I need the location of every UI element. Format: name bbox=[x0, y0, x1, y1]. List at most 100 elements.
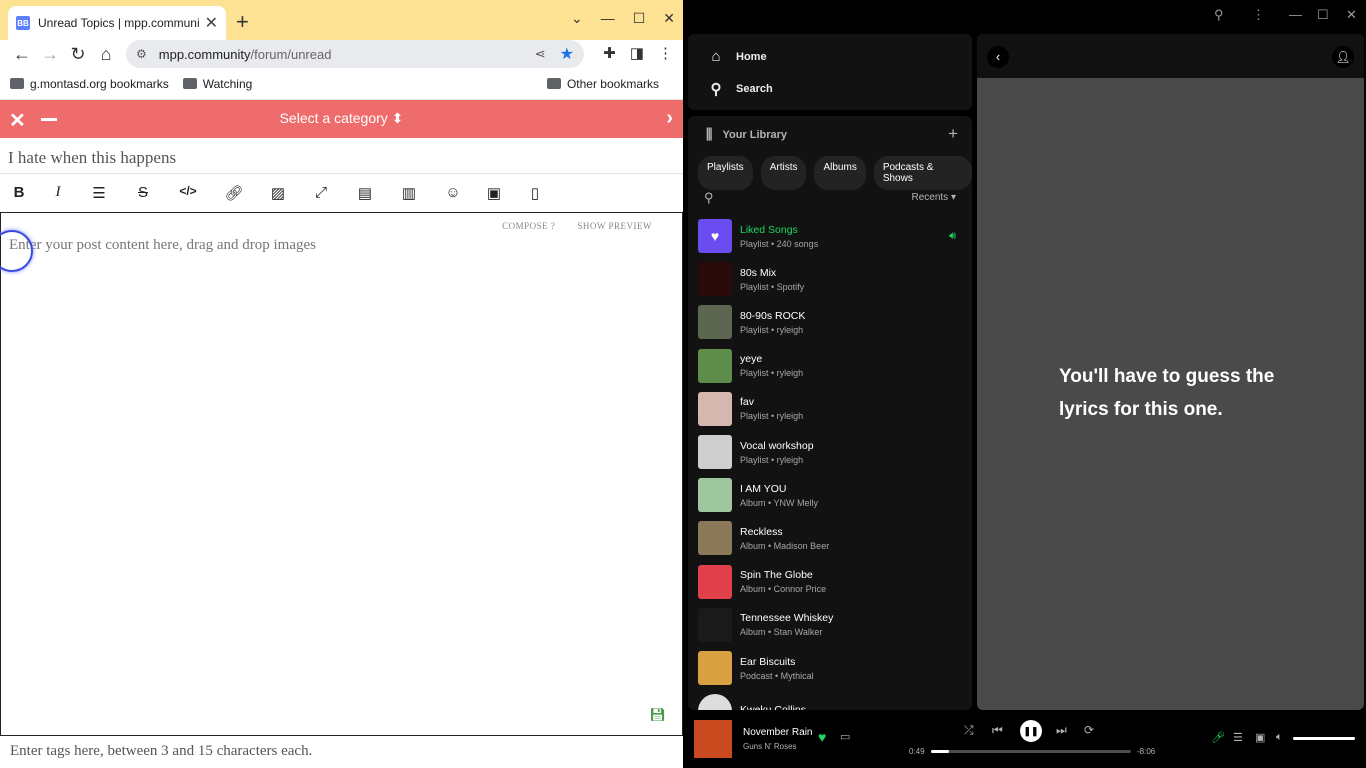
sort-dropdown[interactable]: Recents ▾ bbox=[912, 192, 957, 203]
library-search-icon[interactable]: ⚲ bbox=[704, 190, 714, 206]
liked-heart-icon[interactable]: ♥ bbox=[818, 729, 826, 745]
sort-label: Recents bbox=[911, 192, 949, 203]
nav-search[interactable]: ⚲ Search bbox=[706, 80, 773, 98]
bookmark-folder[interactable]: g.montasd.org bookmarks bbox=[10, 77, 169, 91]
fullscreen-icon[interactable]: ⤢ bbox=[311, 184, 331, 201]
url-host: mpp.community bbox=[158, 46, 251, 62]
library-item-subtitle: Playlist • ryleigh bbox=[740, 411, 804, 422]
more-icon[interactable]: ⋮ bbox=[1252, 7, 1265, 23]
filter-artists[interactable]: Artists bbox=[760, 156, 807, 190]
link-icon[interactable]: 🔗︎ bbox=[224, 184, 244, 202]
help-icon[interactable]: ? bbox=[551, 221, 556, 231]
library-item[interactable]: Vocal workshop Playlist • ryleigh bbox=[698, 432, 962, 472]
volume-icon[interactable]: 🔈︎ bbox=[1276, 731, 1283, 744]
library-header[interactable]: ⫼ Your Library bbox=[706, 126, 787, 143]
library-item[interactable]: Reckless Album • Madison Beer bbox=[698, 518, 962, 558]
library-item[interactable]: Ear Biscuits Podcast • Mythical bbox=[698, 648, 962, 688]
reload-button[interactable]: ↻ bbox=[64, 44, 92, 65]
code-icon[interactable]: </> bbox=[178, 184, 198, 198]
library-item[interactable]: I AM YOU Album • YNW Melly bbox=[698, 475, 962, 515]
card-icon[interactable]: ▤ bbox=[355, 184, 375, 202]
back-arrow-icon[interactable]: ‹ bbox=[987, 46, 1009, 68]
library-item-cover bbox=[698, 391, 732, 426]
italic-icon[interactable]: I bbox=[48, 184, 68, 201]
now-playing-title[interactable]: November Rain bbox=[743, 727, 812, 738]
browser-tab[interactable]: BB Unread Topics | mpp.community ✕ bbox=[8, 6, 226, 40]
address-bar[interactable]: ⚙ mpp.community /forum/unread ⋖ ★ bbox=[126, 40, 584, 68]
new-tab-button[interactable]: + bbox=[236, 9, 249, 35]
back-button[interactable]: ← bbox=[8, 44, 36, 65]
library-item[interactable]: 80-90s ROCK Playlist • ryleigh bbox=[698, 302, 962, 342]
upload-file-icon[interactable]: ▯ bbox=[525, 184, 545, 202]
post-body-editor[interactable]: COMPOSE ? SHOW PREVIEW Enter your post c… bbox=[0, 212, 683, 736]
side-panel-icon[interactable]: ◨ bbox=[630, 44, 644, 62]
progress-bar[interactable] bbox=[931, 750, 1131, 753]
upload-image-icon[interactable]: ▣ bbox=[484, 184, 504, 202]
nav-home-label: Home bbox=[736, 50, 767, 63]
zoom-icon[interactable]: ⚲ bbox=[1214, 7, 1224, 23]
share-icon[interactable]: ⋖ bbox=[535, 46, 546, 62]
maximize-button[interactable]: ☐ bbox=[633, 10, 646, 27]
library-item-name: Reckless bbox=[740, 525, 783, 538]
now-playing-cover[interactable] bbox=[694, 720, 732, 758]
compose-tab-label: COMPOSE bbox=[502, 221, 549, 231]
library-item[interactable]: Spin The Globe Album • Connor Price bbox=[698, 562, 962, 602]
repeat-icon[interactable]: ⟳ bbox=[1084, 723, 1094, 737]
close-tab-icon[interactable]: ✕ bbox=[205, 13, 218, 33]
user-icon[interactable]: 👤︎ bbox=[1332, 46, 1354, 68]
home-button[interactable]: ⌂ bbox=[92, 44, 120, 65]
bookmark-star-icon[interactable]: ★ bbox=[560, 44, 574, 64]
volume-slider[interactable] bbox=[1293, 737, 1355, 740]
filter-albums[interactable]: Albums bbox=[814, 156, 866, 190]
site-info-icon[interactable]: ⚙ bbox=[136, 47, 147, 61]
minimize-button[interactable]: — bbox=[1289, 7, 1302, 22]
submit-arrow-icon[interactable]: › bbox=[666, 107, 673, 130]
library-item[interactable]: ♥ Liked Songs Playlist • 240 songs 🔊︎ bbox=[698, 216, 962, 256]
tags-input[interactable]: Enter tags here, between 3 and 15 charac… bbox=[0, 736, 683, 768]
menu-icon[interactable]: ⋮ bbox=[658, 44, 673, 62]
close-button[interactable]: ✕ bbox=[1346, 7, 1357, 23]
now-playing-artist[interactable]: Guns N' Roses bbox=[743, 742, 797, 751]
pause-button[interactable]: ❚❚ bbox=[1020, 720, 1042, 742]
list-icon[interactable]: ☰ bbox=[89, 184, 109, 202]
library-item[interactable]: Kweku Collins bbox=[698, 691, 962, 710]
library-item[interactable]: Tennessee Whiskey Album • Stan Walker bbox=[698, 605, 962, 645]
tab-title: Unread Topics | mpp.community bbox=[38, 16, 199, 30]
shuffle-icon[interactable]: ⤮ bbox=[964, 723, 974, 738]
image-icon[interactable]: ▨ bbox=[268, 184, 288, 202]
queue-icon[interactable]: ☰ bbox=[1233, 731, 1243, 744]
strikethrough-icon[interactable]: S bbox=[133, 184, 153, 201]
bold-icon[interactable]: B bbox=[9, 184, 29, 201]
nodebb-favicon-icon: BB bbox=[16, 16, 30, 30]
previous-icon[interactable]: ⏮︎ bbox=[992, 723, 1003, 738]
minimize-button[interactable]: — bbox=[601, 10, 615, 27]
show-preview-tab[interactable]: SHOW PREVIEW bbox=[577, 221, 652, 231]
forward-button[interactable]: → bbox=[36, 44, 64, 65]
picture-in-picture-icon[interactable]: ▭ bbox=[840, 730, 850, 743]
create-playlist-icon[interactable]: + bbox=[948, 124, 958, 144]
lyrics-icon[interactable]: 🎤︎ bbox=[1211, 731, 1225, 744]
topic-title-input[interactable]: I hate when this happens bbox=[0, 140, 683, 174]
close-window-button[interactable]: ✕ bbox=[663, 10, 675, 27]
compose-tab[interactable]: COMPOSE ? bbox=[502, 221, 555, 231]
emoji-icon[interactable]: ☺ bbox=[443, 184, 463, 201]
library-item-name: Spin The Globe bbox=[740, 569, 813, 582]
library-item[interactable]: 80s Mix Playlist • Spotify bbox=[698, 259, 962, 299]
library-item[interactable]: yeye Playlist • ryleigh bbox=[698, 346, 962, 386]
tab-search-icon[interactable]: ⌄ bbox=[571, 10, 583, 27]
library-item[interactable]: fav Playlist • ryleigh bbox=[698, 389, 962, 429]
spotify-window: ⚲ ⋮ — ☐ ✕ ⌂ Home ⚲ Search ⫼ Your Library + … bbox=[683, 0, 1366, 768]
filter-podcasts[interactable]: Podcasts & Shows bbox=[873, 156, 972, 190]
other-bookmarks[interactable]: Other bookmarks bbox=[546, 77, 659, 91]
nav-home[interactable]: ⌂ Home bbox=[706, 48, 767, 65]
library-item-name: Liked Songs bbox=[740, 223, 798, 236]
filter-playlists[interactable]: Playlists bbox=[698, 156, 753, 190]
category-selector[interactable]: Select a category ⬍ bbox=[0, 110, 683, 127]
progress-fill bbox=[931, 750, 949, 753]
poll-icon[interactable]: ▥ bbox=[399, 184, 419, 202]
next-icon[interactable]: ⏭︎ bbox=[1056, 723, 1067, 738]
extensions-icon[interactable]: ✚ bbox=[603, 44, 616, 62]
bookmark-folder[interactable]: Watching bbox=[182, 77, 252, 91]
connect-device-icon[interactable]: ▣ bbox=[1255, 731, 1265, 744]
maximize-button[interactable]: ☐ bbox=[1317, 7, 1329, 23]
